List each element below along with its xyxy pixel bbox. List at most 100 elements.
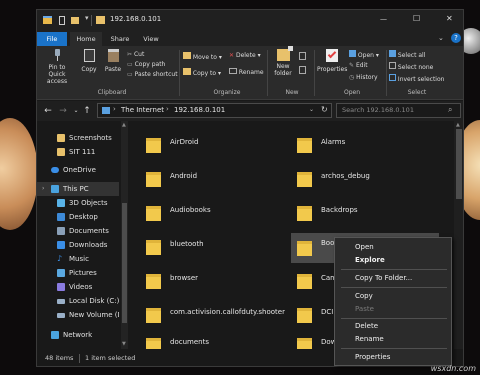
folder-item[interactable]: archos_debug (297, 169, 447, 191)
back-arrow-icon[interactable]: ← (42, 105, 54, 117)
ribbon-divider (267, 50, 268, 96)
select-all-button[interactable]: Select all (389, 50, 425, 60)
help-icon[interactable]: ? (451, 33, 461, 43)
scroll-thumb[interactable] (456, 129, 462, 199)
nav-item-new-volume[interactable]: New Volume (D:) (37, 308, 119, 322)
folder-item[interactable]: Alarms (297, 135, 447, 157)
address-bar[interactable]: › The Internet › 192.168.0.101 ⌄ ↻ (97, 103, 332, 118)
copy-to-button[interactable]: Copy to ▾ (183, 68, 221, 78)
nav-item-this-pc[interactable]: › This PC (37, 182, 119, 196)
minimize-button[interactable]: — (380, 15, 387, 23)
file-list-scrollbar[interactable]: ▲ (454, 121, 463, 349)
new-item-button[interactable] (299, 52, 306, 63)
nav-item-label: Pictures (69, 269, 97, 277)
nav-item-onedrive[interactable]: OneDrive (37, 163, 119, 177)
up-arrow-icon[interactable]: ↑ (81, 105, 93, 117)
easy-access-button[interactable] (299, 66, 306, 77)
select-group-label: Select (407, 89, 427, 96)
search-icon[interactable]: ⌕ (448, 105, 452, 115)
invert-selection-label: Invert selection (397, 76, 445, 83)
folder-icon (297, 172, 312, 187)
nav-item-network[interactable]: Network (37, 328, 119, 342)
folder-item[interactable]: com.activision.callofduty.shooter (146, 305, 296, 327)
refresh-icon[interactable]: ↻ (321, 105, 328, 114)
menu-item-rename[interactable]: Rename (335, 333, 451, 346)
folder-item[interactable]: AirDroid (146, 135, 296, 157)
nav-scrollbar[interactable]: ▲ ▼ (121, 121, 128, 349)
cut-button[interactable]: ✂ Cut (127, 51, 144, 59)
scroll-up-icon[interactable]: ▲ (456, 122, 460, 128)
invert-selection-button[interactable]: Invert selection (389, 74, 444, 84)
nav-scroll-down-icon[interactable]: ▼ (122, 341, 126, 347)
nav-item-local-disk[interactable]: Local Disk (C:) (37, 294, 119, 308)
menu-item-properties[interactable]: Properties (335, 351, 451, 364)
explorer-icon (43, 16, 52, 24)
tab-share[interactable]: Share (105, 32, 135, 46)
nav-item-videos[interactable]: Videos (37, 280, 119, 294)
move-to-button[interactable]: Move to ▾ (183, 52, 222, 62)
menu-item-open[interactable]: Open (335, 241, 451, 254)
folder-item[interactable]: bluetooth (146, 237, 296, 259)
move-to-icon (183, 52, 191, 59)
properties-button[interactable]: Properties (317, 49, 347, 73)
edit-label: Edit (355, 62, 368, 69)
ribbon-collapse-icon[interactable]: ⌄ (438, 34, 444, 42)
breadcrumb-chevron-icon[interactable]: › (113, 105, 116, 113)
nav-item-pictures[interactable]: Pictures (37, 266, 119, 280)
paste-shortcut-button[interactable]: ▭ Paste shortcut (127, 71, 178, 79)
copy-path-button[interactable]: ▭ Copy path (127, 61, 165, 69)
history-button[interactable]: ◷ History (349, 74, 378, 82)
paste-button[interactable]: Paste (101, 49, 125, 73)
nav-item-music[interactable]: ♪ Music (37, 252, 119, 266)
breadcrumb-chevron-icon[interactable]: › (166, 105, 169, 113)
delete-button[interactable]: ✕ Delete ▾ (229, 52, 261, 60)
folder-item[interactable]: browser (146, 271, 296, 293)
expand-chevron-icon[interactable]: › (42, 182, 44, 196)
nav-item-screenshots[interactable]: Screenshots (37, 131, 119, 145)
menu-item-copy[interactable]: Copy (335, 290, 451, 303)
menu-item-copy-to-folder[interactable]: Copy To Folder... (335, 272, 451, 285)
menu-separator (341, 348, 447, 349)
tab-file[interactable]: File (37, 32, 67, 46)
pin-quick-access-button[interactable]: Pin to Quick access (40, 49, 74, 85)
copy-button[interactable]: Copy (78, 49, 100, 73)
maximize-button[interactable]: ☐ (413, 14, 420, 23)
menu-item-explore[interactable]: Explore (335, 254, 451, 267)
properties-quick-icon[interactable] (59, 16, 65, 25)
forward-arrow-icon[interactable]: → (57, 105, 69, 117)
nav-scroll-thumb[interactable] (122, 203, 127, 323)
nav-item-desktop[interactable]: Desktop (37, 210, 119, 224)
folder-name: archos_debug (321, 172, 370, 180)
folder-item[interactable]: Android (146, 169, 296, 191)
cloud-icon (51, 167, 59, 173)
nav-item-documents[interactable]: Documents (37, 224, 119, 238)
new-folder-button[interactable]: New folder (270, 46, 296, 77)
pin-label: Pin to Quick access (46, 64, 68, 85)
breadcrumb-internet[interactable]: The Internet (121, 106, 164, 114)
folder-item[interactable]: Audiobooks (146, 203, 296, 225)
folder-item[interactable]: Backdrops (297, 203, 447, 225)
rename-button[interactable]: Rename (229, 68, 264, 77)
watermark: wsxdn.com (430, 364, 476, 373)
edit-button[interactable]: ✎ Edit (349, 62, 368, 70)
nav-scroll-up-icon[interactable]: ▲ (122, 122, 126, 128)
nav-item-downloads[interactable]: Downloads (37, 238, 119, 252)
breadcrumb-host[interactable]: 192.168.0.101 (174, 106, 225, 114)
address-dropdown-icon[interactable]: ⌄ (309, 106, 314, 113)
nav-item-sit111[interactable]: SIT 111 (37, 145, 119, 159)
menu-item-paste: Paste (355, 305, 374, 313)
open-button[interactable]: Open ▾ (349, 50, 379, 60)
tab-home[interactable]: Home (70, 32, 102, 46)
close-button[interactable]: ✕ (446, 14, 453, 23)
search-box[interactable]: Search 192.168.0.101 ⌕ (336, 103, 461, 118)
select-none-button[interactable]: Select none (389, 62, 433, 72)
tab-view[interactable]: View (137, 32, 165, 46)
title-separator (91, 15, 92, 26)
folder-item[interactable]: documents (146, 335, 296, 349)
nav-item-3d-objects[interactable]: 3D Objects (37, 196, 119, 210)
dropdown-quick-icon[interactable]: ▾ (85, 14, 89, 22)
new-folder-quick-icon[interactable] (71, 17, 79, 24)
menu-item-delete[interactable]: Delete (335, 320, 451, 333)
folder-name: Audiobooks (170, 206, 211, 214)
folder-name: browser (170, 274, 199, 282)
